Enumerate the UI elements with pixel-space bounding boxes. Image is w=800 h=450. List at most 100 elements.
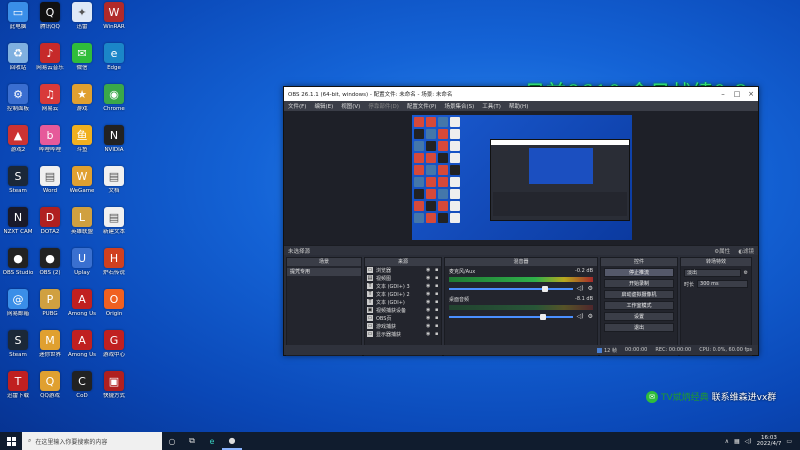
properties-button[interactable]: ⚙属性 bbox=[714, 247, 730, 255]
source-item[interactable]: T 文本 (GDI+) 3 ◉ ▪ bbox=[365, 282, 441, 290]
volume-slider-handle[interactable] bbox=[539, 313, 546, 320]
desktop-icon[interactable]: M 迷你世界 bbox=[34, 330, 66, 370]
preview-canvas[interactable] bbox=[412, 115, 632, 240]
menu-item[interactable]: 文件(F) bbox=[288, 102, 306, 110]
desktop-icon[interactable]: O Origin bbox=[98, 289, 130, 329]
control-button[interactable]: 开始录制 bbox=[604, 279, 674, 288]
lock-icon[interactable]: ▪ bbox=[435, 299, 441, 305]
gear-icon[interactable]: ⚙ bbox=[588, 285, 593, 292]
network-icon[interactable]: ▦ bbox=[734, 438, 740, 445]
desktop-icon[interactable]: A Among Us bbox=[66, 330, 98, 370]
menu-item[interactable]: 编辑(E) bbox=[314, 102, 333, 110]
lock-icon[interactable]: ▪ bbox=[435, 267, 441, 273]
scene-item[interactable]: 提凭专用 bbox=[287, 268, 361, 276]
desktop-icon[interactable]: ▤ 新建文本 bbox=[98, 207, 130, 247]
lock-icon[interactable]: ▪ bbox=[435, 291, 441, 297]
eye-icon[interactable]: ◉ bbox=[426, 275, 432, 281]
eye-icon[interactable]: ◉ bbox=[426, 323, 432, 329]
control-button[interactable]: 退出 bbox=[604, 323, 674, 332]
chevron-up-icon[interactable]: ∧ bbox=[725, 438, 729, 445]
desktop-icon[interactable]: N NZXT CAM bbox=[2, 207, 34, 247]
desktop-icon[interactable]: ▤ 文档 bbox=[98, 166, 130, 206]
volume-slider-handle[interactable] bbox=[542, 285, 549, 292]
source-item[interactable]: ▭ 浏览器 ◉ ▪ bbox=[365, 266, 441, 274]
desktop-icon[interactable]: C CoD bbox=[66, 371, 98, 411]
desktop-icon[interactable]: @ 网易邮箱 bbox=[2, 289, 34, 329]
desktop-icon[interactable]: ✉ 微信 bbox=[66, 43, 98, 83]
desktop-icon[interactable]: ● OBS Studio bbox=[2, 248, 34, 288]
taskbar-search[interactable]: ⌕ 在这里输入你要搜索的内容 bbox=[22, 432, 162, 450]
control-button[interactable]: 启动虚拟摄像机 bbox=[604, 290, 674, 299]
lock-icon[interactable]: ▪ bbox=[435, 275, 441, 281]
source-item[interactable]: T 文本 (GDI+) 2 ◉ ▪ bbox=[365, 290, 441, 298]
desktop-icon[interactable]: T 迅雷下载 bbox=[2, 371, 34, 411]
close-icon[interactable]: × bbox=[744, 90, 758, 98]
desktop-icon[interactable]: ♪ 网易云音乐 bbox=[34, 43, 66, 83]
desktop-icon[interactable]: ⚙ 控制面板 bbox=[2, 84, 34, 124]
lock-icon[interactable]: ▪ bbox=[435, 323, 441, 329]
gear-icon[interactable]: ⚙ bbox=[588, 313, 593, 320]
desktop-icon[interactable]: 鱼斗鱼 bbox=[66, 125, 98, 165]
source-item[interactable]: ▣ 视频捕获设备 ◉ ▪ bbox=[365, 306, 441, 314]
obs-taskbar-icon[interactable]: ● bbox=[222, 432, 242, 450]
cortana-icon[interactable]: ○ bbox=[162, 432, 182, 450]
source-item[interactable]: ▭ 游戏捕获 ◉ ▪ bbox=[365, 322, 441, 330]
source-item[interactable]: ▭ 显示器捕获 ◉ ▪ bbox=[365, 330, 441, 338]
duration-input[interactable]: 300 ms bbox=[697, 280, 748, 288]
desktop-icon[interactable]: W WeGame bbox=[66, 166, 98, 206]
desktop-icon[interactable]: ▲ 游戏2 bbox=[2, 125, 34, 165]
desktop-icon[interactable]: Q QQ游戏 bbox=[34, 371, 66, 411]
desktop-icon[interactable]: ✦ 迅雷 bbox=[66, 2, 98, 42]
eye-icon[interactable]: ◉ bbox=[426, 315, 432, 321]
maximize-icon[interactable]: □ bbox=[730, 90, 744, 98]
volume-slider[interactable] bbox=[449, 285, 573, 292]
desktop-icon[interactable]: ▤ Word bbox=[34, 166, 66, 206]
edge-icon[interactable]: e bbox=[202, 432, 222, 450]
desktop-icon[interactable]: ★ 游戏 bbox=[66, 84, 98, 124]
desktop-icon[interactable]: e Edge bbox=[98, 43, 130, 83]
eye-icon[interactable]: ◉ bbox=[426, 307, 432, 313]
taskbar-clock[interactable]: 16:03 2022/4/7 bbox=[757, 435, 782, 447]
volume-slider[interactable] bbox=[449, 313, 573, 320]
menu-item[interactable]: 场景集合(S) bbox=[444, 102, 474, 110]
notification-icon[interactable]: ▭ bbox=[786, 438, 792, 445]
desktop-icon[interactable]: L 英雄联盟 bbox=[66, 207, 98, 247]
volume-icon[interactable]: ◁) bbox=[745, 438, 752, 445]
lock-icon[interactable]: ▪ bbox=[435, 315, 441, 321]
eye-icon[interactable]: ◉ bbox=[426, 291, 432, 297]
desktop-icon[interactable]: N NVIDIA bbox=[98, 125, 130, 165]
obs-preview[interactable] bbox=[284, 111, 758, 245]
minimize-icon[interactable]: – bbox=[716, 90, 730, 98]
filters-button[interactable]: ◐滤镜 bbox=[738, 247, 754, 255]
menu-item[interactable]: 帮助(H) bbox=[509, 102, 528, 110]
desktop-icon[interactable]: ♻ 回收站 bbox=[2, 43, 34, 83]
speaker-icon[interactable]: ◁) bbox=[577, 313, 584, 320]
desktop-icon[interactable]: ◉ Chrome bbox=[98, 84, 130, 124]
desktop-icon[interactable]: G 游戏中心 bbox=[98, 330, 130, 370]
desktop-icon[interactable]: b 哔哩哔哩 bbox=[34, 125, 66, 165]
desktop-icon[interactable]: A Among Us bbox=[66, 289, 98, 329]
desktop-icon[interactable]: ♫ 网易云 bbox=[34, 84, 66, 124]
source-item[interactable]: ▤ 视频图 ◉ ▪ bbox=[365, 274, 441, 282]
menu-item[interactable]: 配置文件(P) bbox=[407, 102, 437, 110]
desktop-icon[interactable]: ▭ 此电脑 bbox=[2, 2, 34, 42]
control-button[interactable]: 设置 bbox=[604, 312, 674, 321]
menu-item[interactable]: 工具(T) bbox=[482, 102, 501, 110]
desktop-icon[interactable]: U Uplay bbox=[66, 248, 98, 288]
desktop-icon[interactable]: ▣ 快捷方式 bbox=[98, 371, 130, 411]
gear-icon[interactable]: ⚙ bbox=[744, 270, 748, 276]
menu-item[interactable]: 视图(V) bbox=[341, 102, 360, 110]
desktop-icon[interactable]: W WinRAR bbox=[98, 2, 130, 42]
source-item[interactable]: T 文本 (GDI+) ◉ ▪ bbox=[365, 298, 441, 306]
eye-icon[interactable]: ◉ bbox=[426, 331, 432, 337]
task-view-icon[interactable]: ⧉ bbox=[182, 432, 202, 450]
desktop-icon[interactable]: ● OBS (2) bbox=[34, 248, 66, 288]
start-button[interactable] bbox=[0, 432, 22, 450]
desktop-icon[interactable]: S Steam bbox=[2, 166, 34, 206]
obs-titlebar[interactable]: OBS 26.1.1 (64-bit, windows) - 配置文件: 未命名… bbox=[284, 87, 758, 101]
eye-icon[interactable]: ◉ bbox=[426, 283, 432, 289]
desktop-icon[interactable]: H 炉石传说 bbox=[98, 248, 130, 288]
obs-window[interactable]: OBS 26.1.1 (64-bit, windows) - 配置文件: 未命名… bbox=[283, 86, 759, 356]
control-button[interactable]: 工作室模式 bbox=[604, 301, 674, 310]
eye-icon[interactable]: ◉ bbox=[426, 299, 432, 305]
